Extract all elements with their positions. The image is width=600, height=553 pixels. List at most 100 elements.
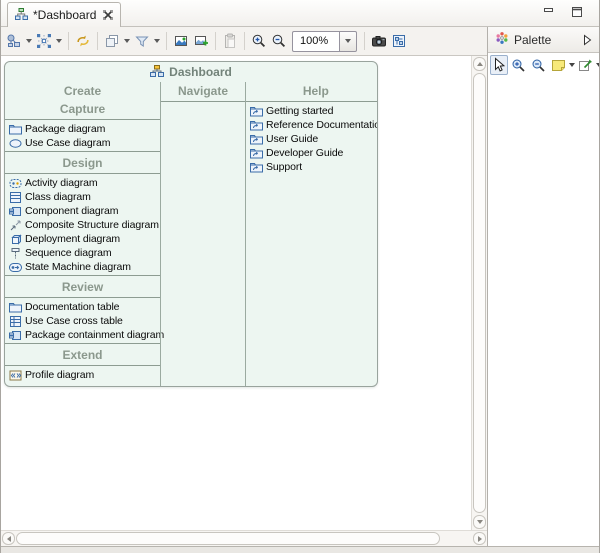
dashboard-item-label: Documentation table xyxy=(25,301,119,313)
dashboard-item-label: Sequence diagram xyxy=(25,247,112,259)
dashboard-item[interactable]: State Machine diagram xyxy=(5,260,160,274)
palette-header[interactable]: Palette xyxy=(488,27,599,53)
palette-collapse-icon[interactable] xyxy=(583,34,592,46)
dashboard-item[interactable]: Use Case diagram xyxy=(5,136,160,150)
filter-icon[interactable] xyxy=(132,30,152,52)
selection-tool[interactable] xyxy=(490,55,508,75)
editor-tab-bar: *Dashboard xyxy=(1,0,599,27)
dashboard-item[interactable]: Reference Documentation xyxy=(246,118,378,132)
dashboard-item[interactable]: Developer Guide xyxy=(246,146,378,160)
dashboard-item-label: Profile diagram xyxy=(25,369,94,381)
section-separator xyxy=(5,151,160,152)
scroll-up-button[interactable] xyxy=(473,57,486,71)
tab-title: *Dashboard xyxy=(33,8,96,22)
sync-icon[interactable] xyxy=(73,30,93,52)
vertical-scrollbar-thumb[interactable] xyxy=(473,73,486,513)
dashboard-column-navigate: Navigate xyxy=(160,82,245,386)
toolbar-separator xyxy=(166,32,167,50)
dashboard-item[interactable]: Documentation table xyxy=(5,300,160,314)
zoom-out-tool[interactable] xyxy=(529,55,548,75)
help-folder-icon xyxy=(249,134,263,145)
link-tool[interactable] xyxy=(576,55,595,75)
section-header-review: Review xyxy=(5,278,160,296)
activity-icon xyxy=(8,178,22,189)
help-folder-icon xyxy=(249,148,263,159)
view-window-buttons xyxy=(543,0,599,18)
dashboard-panel: Dashboard CreateCapturePackage diagramUs… xyxy=(4,61,378,387)
dashboard-item[interactable]: Composite Structure diagram xyxy=(5,218,160,232)
filter-dropdown-icon[interactable] xyxy=(152,30,162,52)
align-icon[interactable] xyxy=(34,30,54,52)
section-separator xyxy=(5,119,160,120)
dashboard-item-label: Component diagram xyxy=(25,205,118,217)
dashboard-item[interactable]: Deployment diagram xyxy=(5,232,160,246)
horizontal-scrollbar[interactable] xyxy=(1,530,487,546)
dashboard-item-label: Composite Structure diagram xyxy=(25,219,159,231)
dashboard-item[interactable]: User Guide xyxy=(246,132,378,146)
section-separator xyxy=(5,365,160,366)
scroll-right-button[interactable] xyxy=(473,532,486,545)
copy-as-image-icon[interactable] xyxy=(171,30,191,52)
dashboard-item[interactable]: Component diagram xyxy=(5,204,160,218)
dashboard-item-label: Use Case cross table xyxy=(25,315,123,327)
editor-tab-dashboard[interactable]: *Dashboard xyxy=(7,2,121,27)
column-header-create: Create xyxy=(5,82,160,100)
statemachine-icon xyxy=(8,262,22,273)
arrange-dropdown-icon[interactable] xyxy=(24,30,34,52)
save-as-image-icon[interactable] xyxy=(191,30,211,52)
toolbar-separator xyxy=(215,32,216,50)
duplicate-icon[interactable] xyxy=(102,30,122,52)
palette-icon xyxy=(495,31,509,48)
align-dropdown-icon[interactable] xyxy=(54,30,64,52)
dashboard-item[interactable]: Package diagram xyxy=(5,122,160,136)
class-icon xyxy=(8,192,22,203)
dashboard-item-label: Package diagram xyxy=(25,123,105,135)
palette-panel: Palette xyxy=(488,27,599,546)
dashboard-column-create: CreateCapturePackage diagramUse Case dia… xyxy=(5,82,160,386)
section-separator xyxy=(5,297,160,298)
dashboard-tab-icon xyxy=(15,8,28,23)
palette-body[interactable] xyxy=(488,77,599,546)
arrange-icon[interactable] xyxy=(4,30,24,52)
dashboard-item[interactable]: Support xyxy=(246,160,378,174)
dashboard-item[interactable]: Profile diagram xyxy=(5,368,160,382)
zoom-in-tool[interactable] xyxy=(509,55,528,75)
section-separator xyxy=(161,101,245,102)
scroll-left-button[interactable] xyxy=(2,532,15,545)
note-tool-dropdown-icon[interactable] xyxy=(569,63,575,67)
help-folder-icon xyxy=(249,162,263,173)
diagram-canvas[interactable]: Dashboard CreateCapturePackage diagramUs… xyxy=(1,56,471,530)
tab-close-icon[interactable] xyxy=(103,10,113,20)
dashboard-columns: CreateCapturePackage diagramUse Case dia… xyxy=(5,82,377,386)
folder-icon xyxy=(8,302,22,313)
duplicate-dropdown-icon[interactable] xyxy=(122,30,132,52)
zoom-level-dropdown-icon[interactable] xyxy=(339,31,357,52)
zoom-out-icon[interactable] xyxy=(269,30,289,52)
scroll-down-button[interactable] xyxy=(473,515,486,529)
zoom-level-value[interactable]: 100% xyxy=(292,31,339,52)
horizontal-scrollbar-thumb[interactable] xyxy=(16,532,440,545)
paste-icon[interactable] xyxy=(220,30,240,52)
dashboard-item[interactable]: Package containment diagram xyxy=(5,328,160,342)
diagram-view-icon[interactable] xyxy=(389,30,409,52)
zoom-in-icon[interactable] xyxy=(249,30,269,52)
link-tool-dropdown-icon[interactable] xyxy=(596,63,600,67)
horizontal-scrollbar-track[interactable] xyxy=(16,532,472,545)
camera-icon[interactable] xyxy=(369,30,389,52)
vertical-scrollbar[interactable] xyxy=(471,56,487,530)
dashboard-item[interactable]: Activity diagram xyxy=(5,176,160,190)
minimize-view-button[interactable] xyxy=(543,6,555,18)
help-folder-icon xyxy=(249,120,263,131)
profile-icon xyxy=(8,370,22,381)
dashboard-item[interactable]: Use Case cross table xyxy=(5,314,160,328)
dashboard-item[interactable]: Class diagram xyxy=(5,190,160,204)
dashboard-item[interactable]: Getting started xyxy=(246,104,378,118)
zoom-level-combo[interactable]: 100% xyxy=(292,31,357,52)
palette-tools xyxy=(488,53,599,77)
dashboard-item-label: Class diagram xyxy=(25,191,91,203)
dashboard-item[interactable]: Sequence diagram xyxy=(5,246,160,260)
toolbar-separator xyxy=(364,32,365,50)
maximize-view-button[interactable] xyxy=(571,6,583,18)
note-tool[interactable] xyxy=(549,55,568,75)
toolbar-separator xyxy=(68,32,69,50)
